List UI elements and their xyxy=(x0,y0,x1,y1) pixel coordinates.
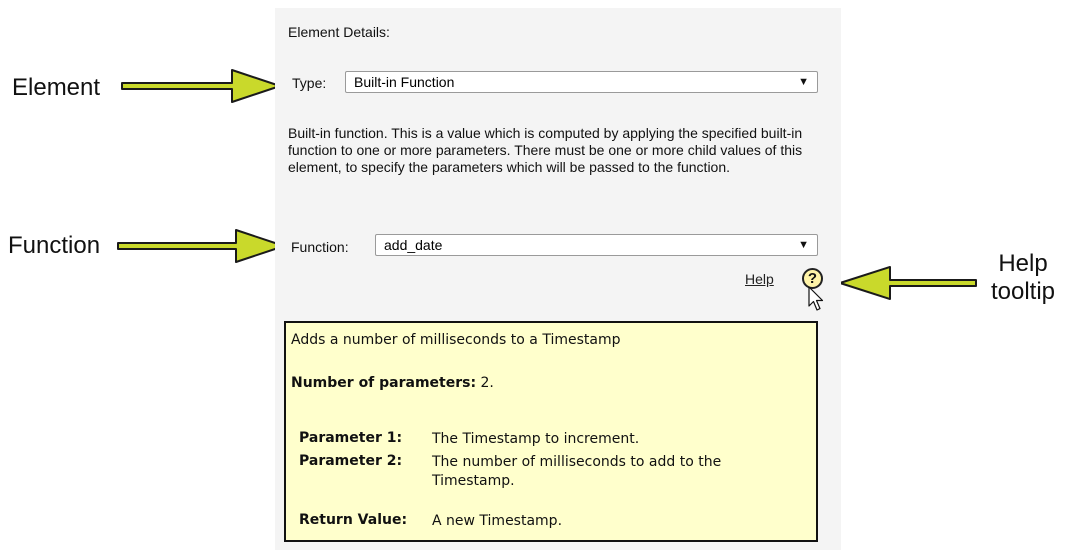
tooltip-row-key: Parameter 2: xyxy=(299,453,403,469)
function-select-value: add_date xyxy=(384,237,443,253)
chevron-down-icon: ▼ xyxy=(798,239,809,251)
tooltip-row-value: The Timestamp to increment. xyxy=(432,431,640,447)
param-count-label: Number of parameters: xyxy=(291,375,477,391)
section-title: Element Details: xyxy=(288,24,390,40)
mouse-pointer-icon xyxy=(808,286,824,311)
tooltip-summary: Adds a number of milliseconds to a Times… xyxy=(291,332,621,348)
tooltip-row-value: A new Timestamp. xyxy=(432,513,563,529)
tooltip-row-key: Return Value: xyxy=(299,512,408,528)
callout-function-label: Function xyxy=(8,232,101,259)
function-select[interactable]: add_date ▼ xyxy=(375,234,818,256)
tooltip-row-return-value: Return Value: A new Timestamp. xyxy=(299,512,792,531)
element-arrow-icon xyxy=(121,69,281,103)
tooltip-row-parameter-1: Parameter 1: The Timestamp to increment. xyxy=(299,430,792,449)
help-tooltip: Adds a number of milliseconds to a Times… xyxy=(284,321,818,542)
callout-help-line1: Help xyxy=(998,250,1048,277)
function-arrow-icon xyxy=(117,229,285,263)
type-label: Type: xyxy=(292,75,327,91)
callout-help-line2: tooltip xyxy=(990,278,1056,305)
help-link[interactable]: Help xyxy=(745,271,774,287)
param-count-value: 2. xyxy=(476,375,494,391)
type-select[interactable]: Built-in Function ▼ xyxy=(345,71,818,93)
function-label: Function: xyxy=(291,239,349,255)
type-select-value: Built-in Function xyxy=(354,74,455,90)
callout-help-label: Help tooltip xyxy=(978,250,1065,306)
tooltip-row-value: The number of milliseconds to add to the… xyxy=(432,454,722,489)
help-arrow-icon xyxy=(839,266,977,300)
callout-element-label: Element xyxy=(12,74,101,101)
function-description: Built-in function. This is a value which… xyxy=(288,125,803,175)
chevron-down-icon: ▼ xyxy=(798,76,809,88)
tooltip-param-count: Number of parameters: 2. xyxy=(291,375,494,391)
tooltip-row-key: Parameter 1: xyxy=(299,430,403,446)
tooltip-row-parameter-2: Parameter 2: The number of milliseconds t… xyxy=(299,453,792,491)
